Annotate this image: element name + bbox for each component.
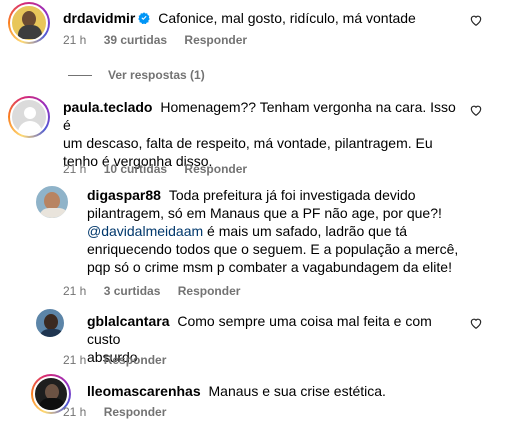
reply-button[interactable]: Responder: [178, 284, 241, 298]
comment-text-line: um descaso, falta de respeito, má vontad…: [63, 135, 433, 151]
comment-time[interactable]: 21 h: [63, 405, 86, 419]
comment-username[interactable]: digaspar88: [87, 187, 161, 203]
likes-count[interactable]: 39 curtidas: [104, 33, 167, 47]
comment-text: Cafonice, mal gosto, ridículo, má vontad…: [158, 10, 416, 26]
reply-button[interactable]: Responder: [104, 405, 167, 419]
comment-time[interactable]: 21 h: [63, 162, 86, 176]
comment-text-line: é mais um safado, ladrão que tá: [203, 223, 408, 239]
replies-divider: [68, 74, 92, 76]
comment-username[interactable]: gblalcantara: [87, 313, 169, 329]
comment-time[interactable]: 21 h: [63, 284, 86, 298]
comment-username[interactable]: paula.teclado: [63, 99, 152, 115]
comment-lleomascarenhas: lleomascarenhas Manaus e sua crise estét…: [0, 370, 520, 438]
comment-username[interactable]: lleomascarenhas: [87, 383, 201, 399]
comment-paula-teclado: paula.teclado Homenagem?? Tenham vergonh…: [0, 90, 520, 182]
likes-count[interactable]: 10 curtidas: [104, 162, 167, 176]
comment-text: Manaus e sua crise estética.: [208, 383, 386, 399]
comment-text-line: Toda prefeitura já foi investigada devid…: [168, 187, 416, 203]
comment-time[interactable]: 21 h: [63, 33, 86, 47]
heart-icon[interactable]: [469, 316, 483, 330]
comment-text-line: enriquecendo todos que o seguem. E a pop…: [87, 241, 459, 257]
likes-count[interactable]: 3 curtidas: [104, 284, 161, 298]
avatar[interactable]: [8, 96, 50, 138]
comment-text-line: pqp só o crime msm p combater a vagabund…: [87, 259, 452, 275]
avatar[interactable]: [32, 305, 68, 341]
avatar[interactable]: [8, 2, 50, 44]
view-replies-label: Ver respostas (1): [108, 68, 205, 82]
comment-username[interactable]: drdavidmir: [63, 10, 135, 26]
comment-text-line: pilantragem, só em Manaus que a PF não a…: [87, 205, 442, 221]
comment-gblalcantara: gblalcantara Como sempre uma coisa mal f…: [0, 302, 520, 374]
comment-time[interactable]: 21 h: [63, 353, 86, 367]
mention-link[interactable]: @davidalmeidaam: [87, 223, 203, 239]
view-replies-button[interactable]: Ver respostas (1): [68, 68, 205, 82]
heart-icon[interactable]: [469, 103, 483, 117]
avatar[interactable]: [32, 182, 72, 222]
reply-button[interactable]: Responder: [184, 162, 247, 176]
comment-digaspar88: digaspar88 Toda prefeitura já foi invest…: [0, 182, 520, 302]
reply-button[interactable]: Responder: [104, 353, 167, 367]
verified-badge-icon: [138, 12, 151, 24]
reply-button[interactable]: Responder: [184, 33, 247, 47]
heart-icon[interactable]: [469, 13, 483, 27]
